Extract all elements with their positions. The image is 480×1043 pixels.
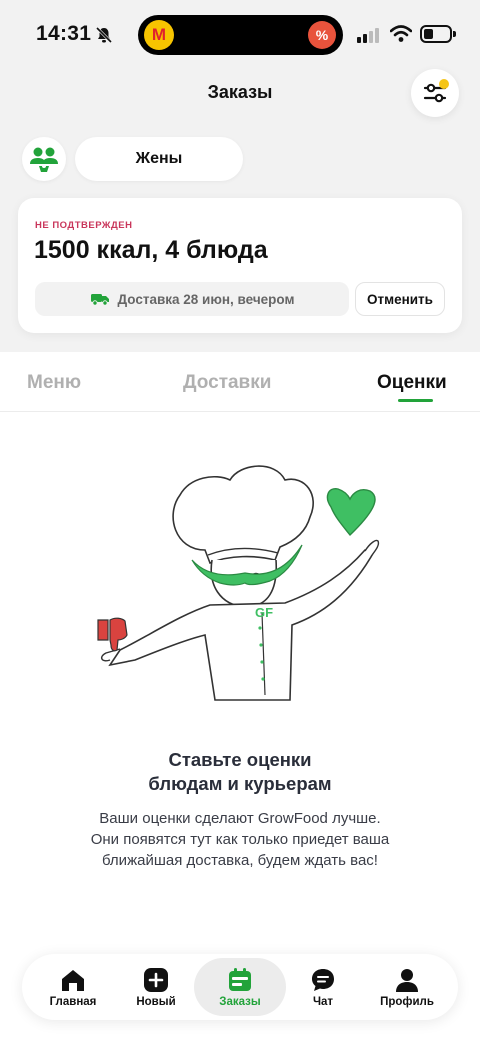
nav-home[interactable]: Главная xyxy=(31,954,115,1020)
empty-desc-line3: ближайшая доставка, будем ждать вас! xyxy=(102,852,378,869)
island-discount-icon: % xyxy=(308,21,336,49)
delivery-text: Доставка 28 июн, вечером xyxy=(117,291,295,307)
nav-chat-label: Чат xyxy=(312,996,334,1008)
nav-new-label: Новый xyxy=(136,996,176,1008)
tab-deliveries[interactable]: Доставки xyxy=(183,372,271,394)
status-time: 14:31 xyxy=(36,22,92,45)
order-card[interactable]: НЕ ПОДТВЕРЖДЕН 1500 ккал, 4 блюда Достав… xyxy=(18,198,462,333)
island-app-icon: М xyxy=(144,20,174,50)
bell-off-icon xyxy=(95,26,113,44)
nav-profile-label: Профиль xyxy=(380,996,434,1008)
empty-state-description: Ваши оценки сделают GrowFood лучше. Они … xyxy=(0,808,480,871)
page-title: Заказы xyxy=(207,82,273,102)
status-bar: 14:31 М % xyxy=(0,0,480,70)
order-summary: 1500 ккал, 4 блюда xyxy=(34,236,268,264)
nav-orders-label: Заказы xyxy=(219,996,261,1008)
battery-tip xyxy=(453,31,456,37)
battery-icon xyxy=(420,25,452,43)
calendar-icon xyxy=(229,968,251,991)
empty-title-line1: Ставьте оценки xyxy=(168,749,312,770)
nav-home-label: Главная xyxy=(49,996,97,1008)
person-icon xyxy=(396,969,418,992)
heart-icon xyxy=(326,488,376,537)
tab-menu[interactable]: Меню xyxy=(27,372,81,394)
delivery-info[interactable]: Доставка 28 июн, вечером xyxy=(35,282,349,316)
nav-chat[interactable]: Чат xyxy=(281,954,365,1020)
active-tab-indicator xyxy=(398,399,433,402)
chat-icon xyxy=(312,969,334,991)
chef-illustration: GF xyxy=(97,465,380,701)
empty-desc-line1: Ваши оценки сделают GrowFood лучше. xyxy=(99,810,381,827)
family-icon xyxy=(30,147,58,172)
nav-profile[interactable]: Профиль xyxy=(365,954,449,1020)
chef-logo-text: GF xyxy=(255,605,273,620)
profile-chip-label: Жены xyxy=(135,150,183,167)
thumbs-down-icon xyxy=(109,617,128,652)
tab-bar: Меню Доставки Оценки xyxy=(0,352,480,412)
plus-icon xyxy=(144,968,168,992)
nav-new[interactable]: Новый xyxy=(114,954,198,1020)
dynamic-island: М % xyxy=(138,15,343,55)
family-avatar[interactable] xyxy=(22,137,66,181)
filter-badge-dot xyxy=(439,79,449,89)
tab-ratings[interactable]: Оценки xyxy=(377,372,447,394)
truck-icon xyxy=(90,294,109,306)
sliders-icon xyxy=(423,83,447,103)
empty-title-line2: блюдам и курьерам xyxy=(148,773,332,794)
cancel-order-button[interactable]: Отменить xyxy=(355,282,445,316)
profile-chip[interactable]: Жены xyxy=(75,137,243,181)
order-status-badge: НЕ ПОДТВЕРЖДЕН xyxy=(35,220,133,231)
bottom-nav: Главная Новый Заказы Чат Профиль xyxy=(22,954,458,1020)
wifi-icon xyxy=(390,25,412,42)
nav-orders[interactable]: Заказы xyxy=(198,954,282,1020)
empty-desc-line2: Они появятся тут как только приедет ваша xyxy=(90,831,390,848)
signal-icon xyxy=(357,28,379,43)
empty-state-title: Ставьте оценки блюдам и курьерам xyxy=(0,748,480,796)
home-icon xyxy=(62,970,84,991)
filter-button[interactable] xyxy=(411,69,459,117)
